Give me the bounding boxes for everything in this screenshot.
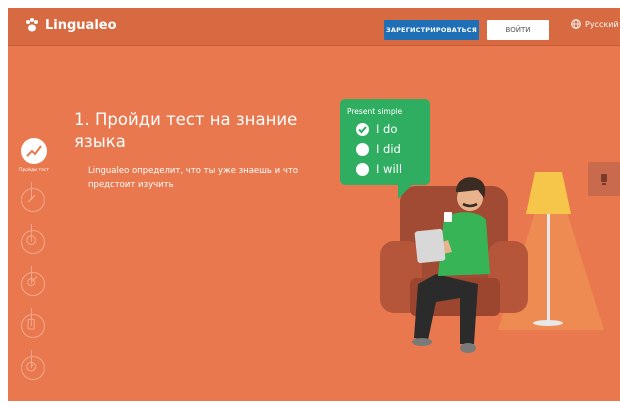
step-timer[interactable]	[21, 356, 45, 380]
target-icon	[27, 276, 38, 287]
man-arm	[432, 240, 452, 256]
quiz-option[interactable]: I did	[356, 142, 401, 156]
lamp-light	[498, 203, 604, 330]
armchair-left-arm	[380, 241, 422, 313]
language-selector[interactable]: Русский	[571, 19, 619, 29]
step-test-label: Пройди тест	[19, 168, 49, 173]
lamp-shade	[526, 172, 571, 214]
top-bar: Lingualeo ЗАРЕГИСТРИРОВАТЬСЯ ВОЙТИ Русск…	[8, 8, 620, 46]
step-test-active[interactable]	[21, 138, 47, 164]
step-sidebar: Пройди тест	[8, 132, 68, 401]
language-label: Русский	[585, 19, 619, 29]
man-shoe-right	[460, 343, 476, 353]
armchair-back	[400, 186, 508, 296]
quiz-option[interactable]: I will	[356, 162, 402, 176]
step-target[interactable]	[21, 272, 45, 296]
quiz-option-label: I will	[376, 162, 403, 176]
paw-logo-icon	[26, 18, 38, 32]
man-legs	[414, 274, 478, 344]
hero-description: Lingualeo определит, что ты уже знаешь и…	[88, 165, 299, 190]
logo-text: Lingualeo	[45, 17, 117, 33]
quiz-option[interactable]: I do	[356, 122, 397, 136]
compass-icon	[27, 194, 36, 203]
man-torso	[438, 212, 490, 276]
quiz-bubble-tail	[398, 185, 412, 199]
test-icon	[26, 145, 42, 157]
quiz-option-label: I did	[376, 142, 401, 156]
page-frame: Lingualeo ЗАРЕГИСТРИРОВАТЬСЯ ВОЙТИ Русск…	[8, 8, 620, 401]
illustration	[380, 172, 604, 353]
radio-icon	[356, 142, 369, 156]
man-hair	[456, 177, 486, 198]
logo[interactable]: Lingualeo	[24, 17, 117, 33]
step-phone[interactable]	[21, 314, 45, 338]
radio-icon	[356, 162, 369, 176]
hero-title: 1. Пройди тест на знание языка	[74, 110, 298, 152]
quiz-option-label: I do	[376, 122, 398, 136]
quiz-bubble: Present simple I do I did I will	[340, 99, 430, 185]
timer-icon	[26, 361, 37, 372]
man-mustache	[462, 202, 478, 208]
tablet	[414, 228, 446, 264]
feedback-tab[interactable]	[588, 162, 620, 196]
brain-icon	[26, 235, 37, 246]
armchair-right-arm	[488, 241, 528, 313]
cup	[444, 212, 452, 222]
login-button[interactable]: ВОЙТИ	[487, 20, 549, 40]
quiz-title: Present simple	[347, 107, 403, 116]
checkmark-icon	[356, 122, 369, 136]
lamp-pole	[547, 214, 550, 322]
globe-icon	[571, 19, 581, 29]
step-compass[interactable]	[21, 188, 45, 212]
step-brain[interactable]	[21, 230, 45, 254]
man-arm-right	[466, 232, 482, 264]
armchair-seat	[410, 278, 500, 316]
lightbulb-icon	[601, 174, 607, 185]
phone-icon	[27, 318, 35, 330]
lamp-base	[533, 320, 563, 326]
man-shoe-left	[412, 338, 432, 346]
register-button[interactable]: ЗАРЕГИСТРИРОВАТЬСЯ	[384, 20, 479, 40]
man-head	[457, 185, 483, 211]
